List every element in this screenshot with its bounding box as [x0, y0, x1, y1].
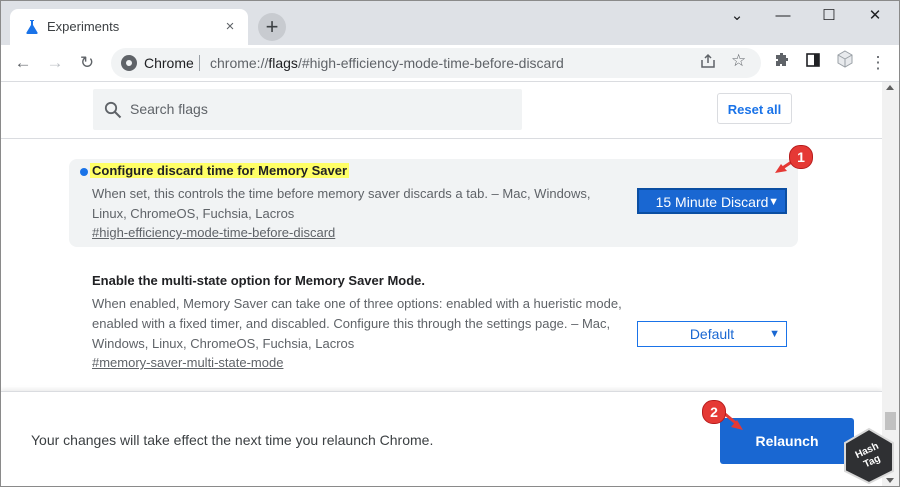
select-value: Default	[689, 326, 735, 342]
annotation-badge-2: 2	[702, 400, 726, 424]
toolbar: ← → ↻ Chrome chrome://flags/#high-effici…	[1, 45, 899, 82]
share-icon[interactable]	[699, 52, 717, 75]
tab-strip: Experiments × + ⌄ — ☐ ✕	[1, 1, 899, 45]
site-label: Chrome	[144, 55, 194, 71]
chevron-down-icon: ▼	[768, 196, 779, 208]
multi-state-select[interactable]: Default ▼	[637, 321, 787, 347]
select-value: 15 Minute Discard	[655, 194, 769, 210]
header-divider	[1, 138, 882, 139]
tab-close-icon[interactable]: ×	[220, 17, 240, 37]
annotation-badge-1: 1	[789, 145, 813, 169]
tab-search-icon[interactable]: ⌄	[714, 1, 760, 31]
relaunch-message: Your changes will take effect the next t…	[31, 432, 434, 448]
back-icon[interactable]: ←	[10, 50, 36, 76]
forward-icon[interactable]: →	[42, 50, 68, 76]
chevron-down-icon: ▼	[769, 328, 780, 340]
search-placeholder: Search flags	[130, 101, 208, 117]
menu-kebab-icon[interactable]: ⋮	[865, 50, 891, 76]
bookmark-star-icon[interactable]: ☆	[731, 51, 746, 71]
minimize-button[interactable]: —	[760, 1, 806, 31]
scroll-up-arrow-icon[interactable]	[886, 85, 894, 90]
reload-icon[interactable]: ↻	[74, 50, 100, 76]
hashtag-watermark-logo: Hash Tag	[839, 425, 899, 485]
extensions-icon[interactable]	[769, 50, 795, 76]
discard-time-select[interactable]: 15 Minute Discard ▼	[637, 188, 787, 214]
flag-title: Enable the multi-state option for Memory…	[92, 273, 425, 288]
flag-link[interactable]: #memory-saver-multi-state-mode	[92, 355, 283, 370]
flag-description: When enabled, Memory Saver can take one …	[92, 296, 622, 351]
flag-title: Configure discard time for Memory Saver	[90, 163, 350, 178]
new-tab-button[interactable]: +	[258, 13, 286, 41]
reset-all-button[interactable]: Reset all	[717, 93, 792, 124]
side-panel-icon[interactable]	[800, 50, 826, 76]
tab-experiments[interactable]: Experiments ×	[10, 9, 248, 45]
flag-description: When set, this controls the time before …	[92, 186, 591, 221]
flask-icon	[24, 19, 40, 35]
url-text[interactable]: chrome://flags/#high-efficiency-mode-tim…	[210, 55, 564, 71]
omnibox-separator	[199, 55, 200, 71]
close-window-button[interactable]: ✕	[852, 1, 898, 31]
address-bar[interactable]: Chrome chrome://flags/#high-efficiency-m…	[111, 48, 761, 78]
search-icon	[104, 101, 122, 119]
flag-item-discard-time: Configure discard time for Memory Saver …	[69, 159, 798, 247]
flag-item-multi-state: Enable the multi-state option for Memory…	[69, 269, 798, 379]
modified-dot	[80, 168, 88, 176]
flag-link[interactable]: #high-efficiency-mode-time-before-discar…	[92, 225, 335, 240]
profile-icon[interactable]	[832, 50, 858, 76]
site-info-icon[interactable]	[121, 55, 137, 71]
tab-title: Experiments	[47, 19, 120, 34]
search-flags-input[interactable]: Search flags	[93, 89, 522, 130]
maximize-button[interactable]: ☐	[806, 1, 852, 31]
browser-window: Experiments × + ⌄ — ☐ ✕ ← → ↻ Chrome chr…	[0, 0, 900, 487]
